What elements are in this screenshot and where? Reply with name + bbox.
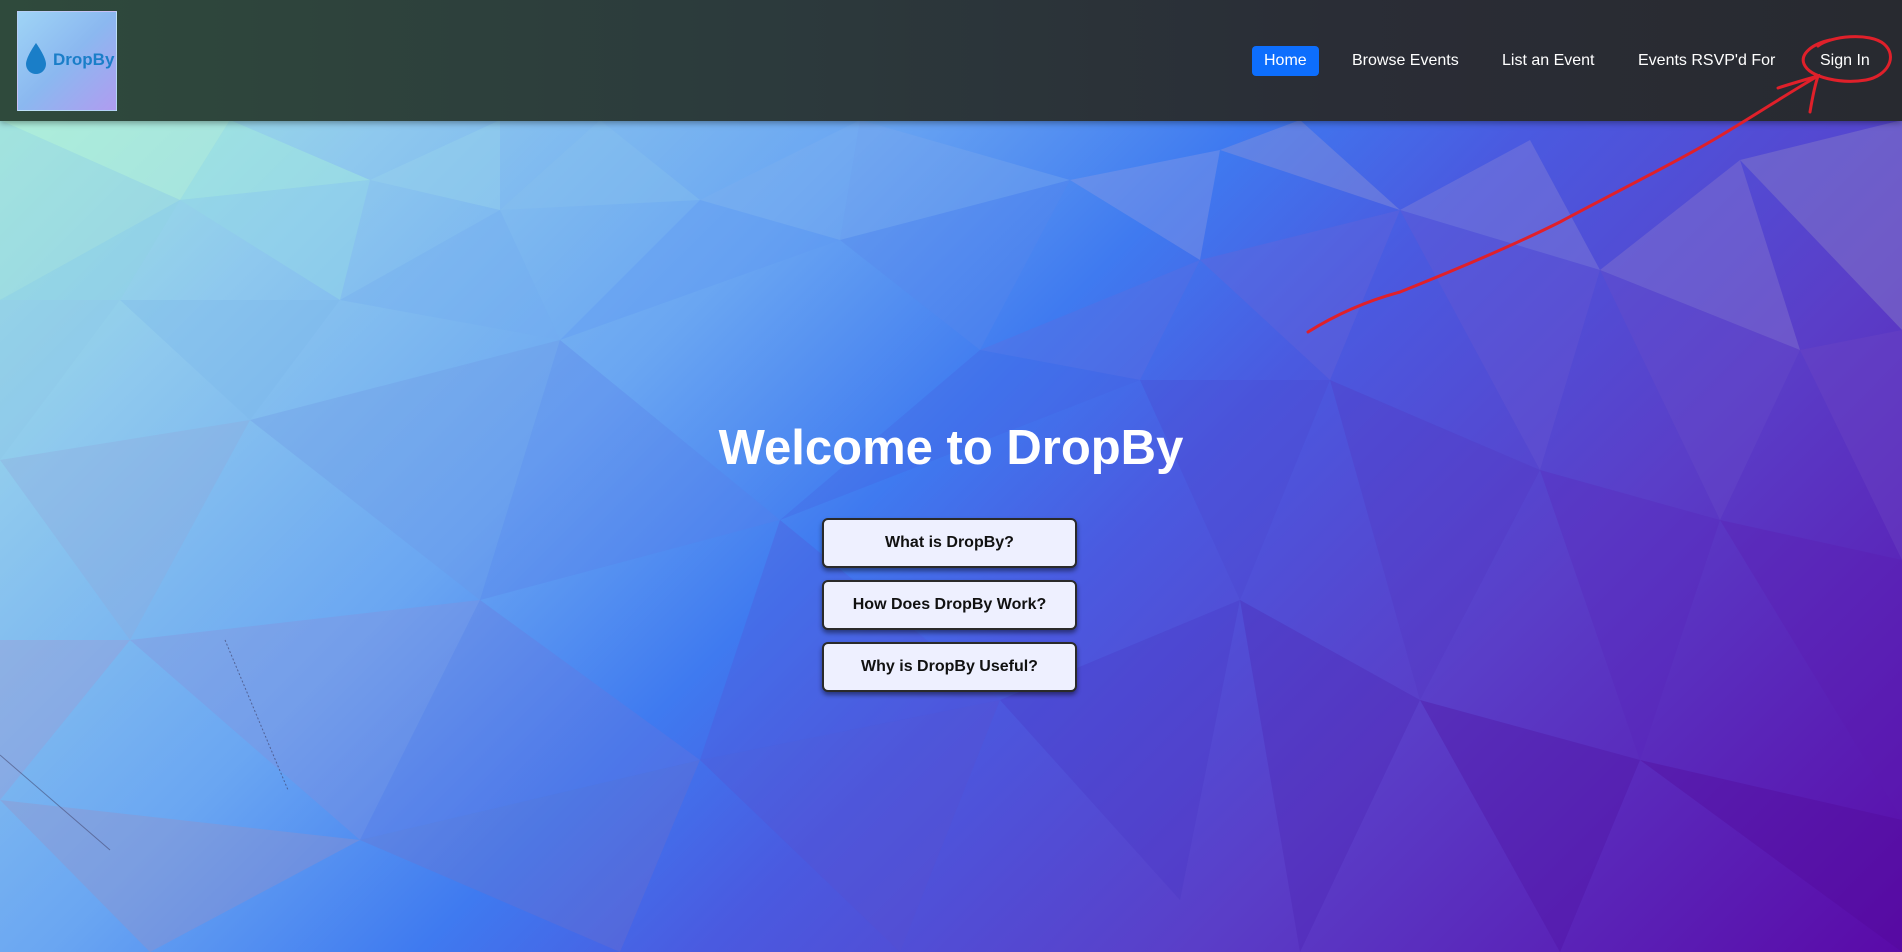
lowpoly-background bbox=[0, 120, 1902, 952]
navbar: DropBy Home Browse Events List an Event … bbox=[0, 0, 1902, 121]
hero-title: Welcome to DropBy bbox=[718, 421, 1184, 475]
droplet-icon bbox=[26, 43, 46, 74]
nav-item-sign-in[interactable]: Sign In bbox=[1820, 46, 1870, 76]
what-is-dropby-button[interactable]: What is DropBy? bbox=[822, 518, 1077, 568]
how-does-dropby-work-button[interactable]: How Does DropBy Work? bbox=[822, 580, 1077, 630]
logo[interactable]: DropBy bbox=[17, 11, 117, 111]
nav-item-list-an-event[interactable]: List an Event bbox=[1502, 46, 1595, 76]
page: DropBy Home Browse Events List an Event … bbox=[0, 0, 1902, 952]
nav-item-home[interactable]: Home bbox=[1252, 46, 1319, 76]
nav-item-events-rsvpd-for[interactable]: Events RSVP'd For bbox=[1638, 46, 1775, 76]
nav-item-browse-events[interactable]: Browse Events bbox=[1352, 46, 1459, 76]
why-is-dropby-useful-button[interactable]: Why is DropBy Useful? bbox=[822, 642, 1077, 692]
logo-text: DropBy bbox=[53, 50, 115, 69]
